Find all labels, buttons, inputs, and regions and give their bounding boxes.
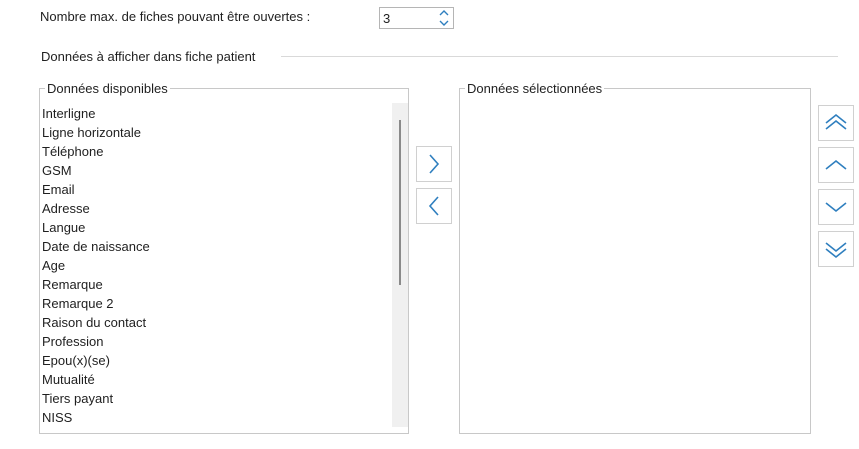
chevron-up-icon — [825, 159, 847, 170]
available-item[interactable]: Email — [40, 180, 390, 199]
selected-data-group: Données sélectionnées — [459, 81, 811, 434]
available-data-group: Données disponibles Interligne Ligne hori… — [39, 81, 409, 434]
available-item[interactable]: Remarque — [40, 275, 390, 294]
available-item[interactable]: Tiers payant — [40, 389, 390, 408]
double-chevron-down-icon — [825, 242, 847, 259]
available-data-list[interactable]: Interligne Ligne horizontale Téléphone GSM E… — [40, 104, 390, 427]
available-item[interactable]: GSM — [40, 161, 390, 180]
available-item[interactable]: Raison du contact — [40, 313, 390, 332]
available-item[interactable]: NISS — [40, 408, 390, 427]
spinner-up-icon[interactable] — [437, 8, 451, 18]
available-data-title: Données disponibles — [45, 81, 170, 96]
max-records-spinner[interactable]: 3 — [379, 7, 454, 29]
section-title: Données à afficher dans fiche patient — [41, 49, 256, 64]
max-records-label: Nombre max. de fiches pouvant être ouver… — [40, 9, 311, 24]
available-list-scrollbar[interactable] — [392, 103, 408, 427]
available-item[interactable]: Téléphone — [40, 142, 390, 161]
spinner-down-icon[interactable] — [437, 18, 451, 28]
double-chevron-up-icon — [825, 113, 847, 130]
available-item[interactable]: Adresse — [40, 199, 390, 218]
chevron-right-icon — [429, 154, 440, 174]
move-to-bottom-button[interactable] — [818, 231, 854, 267]
available-item[interactable]: Remarque 2 — [40, 294, 390, 313]
available-item[interactable]: Interligne — [40, 104, 390, 123]
scrollbar-thumb[interactable] — [399, 120, 401, 285]
max-records-value[interactable]: 3 — [383, 11, 390, 26]
move-up-button[interactable] — [818, 147, 854, 183]
available-item[interactable]: Date de naissance — [40, 237, 390, 256]
available-item[interactable]: Ligne horizontale — [40, 123, 390, 142]
section-divider — [281, 56, 838, 57]
available-item[interactable]: Epou(x)(se) — [40, 351, 390, 370]
available-item[interactable]: Age — [40, 256, 390, 275]
move-down-button[interactable] — [818, 189, 854, 225]
remove-selected-button[interactable] — [416, 188, 452, 224]
move-to-top-button[interactable] — [818, 105, 854, 141]
chevron-left-icon — [428, 196, 439, 216]
available-item[interactable]: Langue — [40, 218, 390, 237]
selected-data-title: Données sélectionnées — [465, 81, 605, 96]
available-item[interactable]: Profession — [40, 332, 390, 351]
chevron-down-icon — [825, 202, 847, 213]
available-item[interactable]: Mutualité — [40, 370, 390, 389]
add-selected-button[interactable] — [416, 146, 452, 182]
